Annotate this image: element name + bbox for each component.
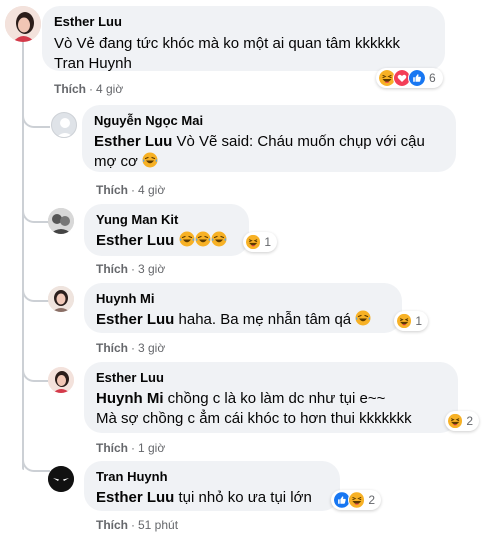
laughing-crying-icon xyxy=(195,231,211,247)
reply-meta: Thích · 3 giờ xyxy=(96,262,166,276)
comment-meta: Thích · 4 giờ xyxy=(54,82,124,96)
timestamp[interactable]: 51 phút xyxy=(138,518,178,532)
like-button[interactable]: Thích xyxy=(54,82,86,96)
reply-author[interactable]: Yung Man Kit xyxy=(96,212,237,228)
laughing-crying-icon xyxy=(211,231,227,247)
reply-text: Esther Luu haha. Ba mẹ nhẫn tâm qá xyxy=(96,310,390,330)
timestamp[interactable]: 3 giờ xyxy=(138,262,165,276)
thread-branch xyxy=(22,270,50,302)
like-icon xyxy=(408,69,426,87)
reaction-summary[interactable]: 2 xyxy=(331,490,381,510)
avatar[interactable] xyxy=(48,286,74,312)
like-button[interactable]: Thích xyxy=(96,518,128,532)
mention-tag[interactable]: Esther Luu xyxy=(94,133,172,150)
reaction-count: 1 xyxy=(415,314,422,328)
reaction-summary[interactable]: 1 xyxy=(394,311,428,331)
reply-text: Huynh Mi chồng c là ko làm dc như tụi e~… xyxy=(96,390,386,407)
like-button[interactable]: Thích xyxy=(96,441,128,455)
like-button[interactable]: Thích xyxy=(96,183,128,197)
avatar[interactable] xyxy=(48,466,74,492)
thread-branch xyxy=(22,104,50,128)
thread-branch xyxy=(22,350,50,382)
like-button[interactable]: Thích xyxy=(96,341,128,355)
reply-text: Esther Luu xyxy=(96,231,237,251)
reply-bubble: Yung Man Kit Esther Luu xyxy=(84,204,249,256)
reply-author[interactable]: Nguyễn Ngọc Mai xyxy=(94,113,444,129)
thread-branch xyxy=(22,440,50,472)
laughing-crying-icon xyxy=(355,310,371,326)
reply-author[interactable]: Esther Luu xyxy=(96,370,446,386)
laughing-crying-icon xyxy=(142,152,158,168)
reply-bubble: Huynh Mi Esther Luu haha. Ba mẹ nhẫn tâm… xyxy=(84,283,402,333)
mention-tag[interactable]: Huynh Mi xyxy=(96,390,164,407)
reaction-count: 2 xyxy=(466,414,473,428)
timestamp[interactable]: 4 giờ xyxy=(96,82,123,96)
reaction-count: 2 xyxy=(368,493,375,507)
reaction-count: 1 xyxy=(264,235,271,249)
reply-author[interactable]: Huynh Mi xyxy=(96,291,390,307)
mention-tag[interactable]: Esther Luu xyxy=(96,232,174,249)
comment-author[interactable]: Esther Luu xyxy=(54,14,433,30)
reply-text: Esther Luu tụi nhỏ ko ưa tụi lớn xyxy=(96,489,312,506)
timestamp[interactable]: 3 giờ xyxy=(138,341,165,355)
comment-bubble: Esther Luu Vò Vẻ đang tức khóc mà ko một… xyxy=(42,6,445,72)
thread-branch xyxy=(22,195,50,223)
reply-meta: Thích · 1 giờ xyxy=(96,441,166,455)
laughing-crying-icon xyxy=(179,231,195,247)
reply-author[interactable]: Tran Huynh xyxy=(96,469,328,485)
haha-icon xyxy=(245,233,262,251)
reply-bubble: Tran Huynh Esther Luu tụi nhỏ ko ưa tụi … xyxy=(84,461,340,511)
avatar[interactable] xyxy=(48,208,74,234)
mention-tag[interactable]: Esther Luu xyxy=(96,489,174,506)
reply-text: Esther Luu Vò Vẽ said: Cháu muốn chụp vớ… xyxy=(94,133,425,170)
haha-icon xyxy=(396,312,413,330)
timestamp[interactable]: 1 giờ xyxy=(138,441,165,455)
avatar[interactable] xyxy=(51,112,77,138)
reaction-summary[interactable]: 6 xyxy=(376,68,443,88)
haha-icon xyxy=(447,412,464,430)
reply-meta: Thích · 51 phút xyxy=(96,518,179,532)
like-button[interactable]: Thích xyxy=(96,262,128,276)
reply-text-line2: Mà sợ chồng c ẳm cái khóc to hơn thui kk… xyxy=(96,410,412,427)
reply-meta: Thích · 3 giờ xyxy=(96,341,166,355)
comment-text: Vò Vẻ đang tức khóc mà ko một ai quan tâ… xyxy=(54,35,401,72)
reply-meta: Thích · 4 giờ xyxy=(96,183,166,197)
reaction-summary[interactable]: 2 xyxy=(445,411,479,431)
reply-bubble: Nguyễn Ngọc Mai Esther Luu Vò Vẽ said: C… xyxy=(82,105,456,172)
avatar[interactable] xyxy=(48,367,74,393)
reaction-summary[interactable]: 1 xyxy=(243,232,277,252)
haha-icon xyxy=(347,491,366,509)
timestamp[interactable]: 4 giờ xyxy=(138,183,165,197)
reaction-count: 6 xyxy=(429,71,436,85)
avatar[interactable] xyxy=(5,6,41,42)
reply-bubble: Esther Luu Huynh Mi chồng c là ko làm dc… xyxy=(84,362,458,433)
mention-tag[interactable]: Esther Luu xyxy=(96,311,174,328)
